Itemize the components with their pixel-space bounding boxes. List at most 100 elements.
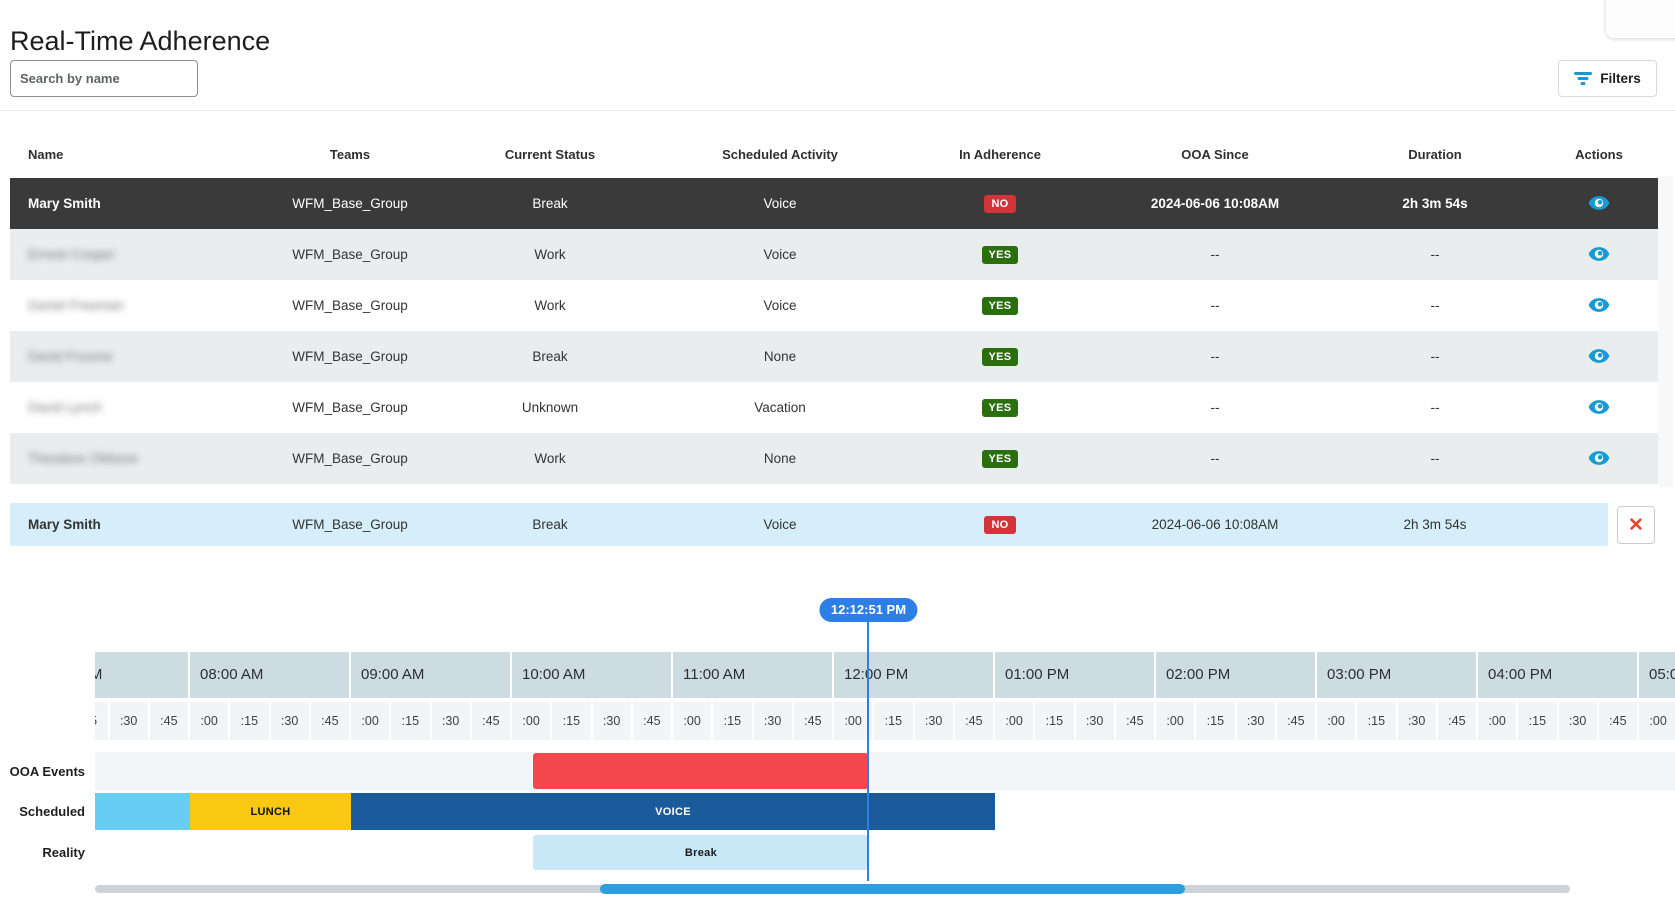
table-row[interactable]: David LynchWFM_Base_GroupUnknownVacation… [10, 382, 1658, 433]
selected-name: Mary Smith [10, 517, 260, 532]
minute-tick: :00 [1639, 702, 1675, 740]
agent-duration: 2h 3m 54s [1330, 196, 1540, 211]
minute-tick: :45 [955, 702, 993, 740]
agent-team: WFM_Base_Group [260, 298, 440, 313]
selected-activity: Voice [660, 517, 900, 532]
minute-tick-group: :00:15:30:45 [95, 702, 188, 740]
column-header-scheduled-activity: Scheduled Activity [660, 147, 900, 162]
selected-agent-strip[interactable]: Mary Smith WFM_Base_Group Break Voice NO… [10, 503, 1608, 546]
agent-duration: -- [1330, 247, 1540, 262]
table-row[interactable]: David FroomeWFM_Base_GroupBreakNoneYES--… [10, 331, 1658, 382]
column-header-in-adherence: In Adherence [900, 147, 1100, 162]
agent-ooa-since: -- [1100, 349, 1330, 364]
timeline-row-label-scheduled: Scheduled [0, 804, 85, 819]
voice-bar[interactable]: VOICE [351, 793, 995, 830]
minute-tick: :00 [1156, 702, 1194, 740]
minute-tick: :30 [432, 702, 470, 740]
break-bar[interactable]: Break [533, 835, 868, 870]
page-title: Real-Time Adherence [10, 26, 270, 57]
adherence-badge: YES [982, 399, 1019, 417]
eye-icon [1588, 345, 1610, 367]
agent-name: Theodore OMoore [10, 451, 260, 466]
minute-tick: :15 [391, 702, 429, 740]
selected-duration: 2h 3m 54s [1330, 517, 1540, 532]
view-agent-button[interactable] [1586, 394, 1612, 420]
minute-tick-group: :00:15:30:45 [1156, 702, 1315, 740]
column-header-ooa-since: OOA Since [1100, 147, 1330, 162]
search-input[interactable] [10, 60, 198, 97]
eye-icon [1588, 447, 1610, 469]
close-detail-button[interactable]: ✕ [1617, 506, 1655, 544]
hour-tick: 08:00 AM [190, 652, 349, 698]
minute-tick: :15 [1518, 702, 1556, 740]
agent-current-status: Work [440, 451, 660, 466]
table-scrollbar-gutter[interactable] [1658, 176, 1673, 487]
minute-tick: :15 [1357, 702, 1395, 740]
hour-tick: 10:00 AM [512, 652, 671, 698]
selected-ooa-since: 2024-06-06 10:08AM [1100, 517, 1330, 532]
eye-icon [1588, 294, 1610, 316]
minute-tick-group: :00:15:30:45 [1478, 702, 1637, 740]
minute-tick: :15 [874, 702, 912, 740]
agent-scheduled-activity: Voice [660, 196, 900, 211]
agent-ooa-since: -- [1100, 451, 1330, 466]
adherence-badge: YES [982, 297, 1019, 315]
minute-tick: :00 [995, 702, 1033, 740]
agent-team: WFM_Base_Group [260, 247, 440, 262]
minute-tick: :45 [150, 702, 188, 740]
filters-button[interactable]: Filters [1558, 60, 1657, 97]
hour-tick: 02:00 PM [1156, 652, 1315, 698]
minute-tick: :30 [1559, 702, 1597, 740]
hour-tick: 04:00 PM [1478, 652, 1637, 698]
timeline-row-label-reality: Reality [0, 845, 85, 860]
controls-row: Filters [0, 55, 1675, 111]
minute-tick: :15 [230, 702, 268, 740]
minute-tick: :00 [190, 702, 228, 740]
agent-current-status: Work [440, 247, 660, 262]
column-header-name: Name [10, 147, 260, 162]
hour-tick: 12:00 PM [834, 652, 993, 698]
table-row[interactable]: Daniel FreemanWFM_Base_GroupWorkVoiceYES… [10, 280, 1658, 331]
hour-tick: 09:00 AM [351, 652, 510, 698]
minute-tick: :30 [1076, 702, 1114, 740]
timeline-reality-row: Break [95, 834, 1675, 871]
hour-tick: 03:00 PM [1317, 652, 1476, 698]
hour-tick: 01:00 PM [995, 652, 1154, 698]
agent-ooa-since: -- [1100, 400, 1330, 415]
adherence-badge: YES [982, 348, 1019, 366]
view-agent-button[interactable] [1586, 292, 1612, 318]
selected-status: Break [440, 517, 660, 532]
view-agent-button[interactable] [1586, 190, 1612, 216]
view-agent-button[interactable] [1586, 241, 1612, 267]
table-row[interactable]: Ernest CooperWFM_Base_GroupWorkVoiceYES-… [10, 229, 1658, 280]
minute-tick: :00 [351, 702, 389, 740]
minute-tick: :15 [95, 702, 108, 740]
minute-tick: :15 [552, 702, 590, 740]
hour-tick: 05:00 PM [1639, 652, 1675, 698]
agent-team: WFM_Base_Group [260, 349, 440, 364]
activity-bar[interactable] [533, 753, 868, 789]
timeline-scrollbar-thumb[interactable] [600, 884, 1185, 894]
agent-team: WFM_Base_Group [260, 196, 440, 211]
lunch-bar[interactable]: LUNCH [190, 793, 351, 830]
minute-tick: :30 [271, 702, 309, 740]
minute-tick: :45 [311, 702, 349, 740]
current-time-marker[interactable]: 12:12:51 PM [820, 598, 917, 622]
eye-icon [1588, 396, 1610, 418]
hour-tick: 07:00 AM [95, 652, 188, 698]
current-time-marker-line [867, 622, 869, 881]
view-agent-button[interactable] [1586, 445, 1612, 471]
agent-duration: -- [1330, 451, 1540, 466]
minute-tick-group: :00:15:30:45 [673, 702, 832, 740]
table-row[interactable]: Mary SmithWFM_Base_GroupBreakVoiceNO2024… [10, 178, 1658, 229]
view-agent-button[interactable] [1586, 343, 1612, 369]
minute-tick-group: :00:15:30:45 [190, 702, 349, 740]
table-row[interactable]: Theodore OMooreWFM_Base_GroupWorkNoneYES… [10, 433, 1658, 484]
agent-duration: -- [1330, 400, 1540, 415]
real-time-adherence-page: Real-Time Adherence ? Filters Name Teams… [0, 0, 1675, 905]
column-header-teams: Teams [260, 147, 440, 162]
activity-bar[interactable] [95, 793, 190, 830]
timeline-hour-axis: 07:00 AM08:00 AM09:00 AM10:00 AM11:00 AM… [95, 652, 1675, 698]
agent-ooa-since: -- [1100, 247, 1330, 262]
agent-team: WFM_Base_Group [260, 400, 440, 415]
